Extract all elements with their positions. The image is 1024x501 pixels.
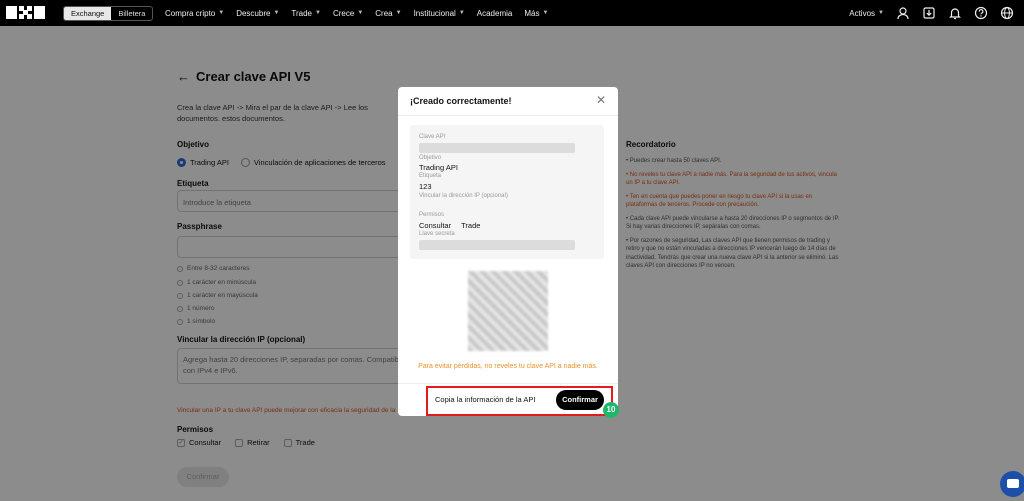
help-icon[interactable] — [974, 6, 988, 20]
nav-item-mas[interactable]: Más ▼ — [524, 9, 548, 18]
mode-switch: Exchange Billetera — [63, 6, 154, 21]
divider — [398, 115, 618, 116]
clave-label: Clave API — [419, 134, 446, 140]
ip-label: Vincular la dirección IP (opcional) — [419, 193, 508, 199]
nav-item-institucional[interactable]: Institucional ▼ — [414, 9, 465, 18]
close-icon[interactable]: ✕ — [596, 93, 606, 107]
activos-menu[interactable]: Activos ▼ — [849, 9, 884, 18]
globe-icon[interactable] — [1000, 6, 1014, 20]
highlight-box — [426, 386, 613, 416]
permisos-values: Consultar Trade — [419, 221, 480, 230]
perm-value: Consultar — [419, 221, 452, 230]
chevron-down-icon: ▼ — [315, 10, 321, 16]
api-info-panel: Clave API Objetivo Trading API Etiqueta … — [410, 125, 604, 259]
top-right-actions: Activos ▼ — [849, 0, 1014, 26]
perm-value: Trade — [461, 221, 481, 230]
divider — [398, 383, 618, 384]
chevron-down-icon: ▼ — [357, 10, 364, 16]
nav-item-trade[interactable]: Trade ▼ — [291, 9, 321, 18]
download-icon[interactable] — [922, 6, 936, 20]
security-warning: Para evitar pérdidas, no reveles tu clav… — [418, 363, 598, 370]
permisos-label: Permisos — [419, 212, 445, 218]
main-nav: Compra cripto ▼ Descubre ▼ Trade ▼ Crece ▼ C… — [165, 0, 548, 26]
success-modal: ¡Creado correctamente! ✕ Clave API Objet… — [398, 87, 618, 416]
chevron-down-icon: ▼ — [395, 10, 402, 16]
qr-code — [468, 271, 548, 351]
modal-title: ¡Creado correctamente! — [410, 96, 512, 106]
tab-wallet[interactable]: Billetera — [111, 7, 152, 20]
api-key-redacted — [419, 143, 575, 153]
chat-icon[interactable] — [1000, 471, 1024, 497]
chevron-down-icon: ▼ — [273, 10, 280, 16]
secret-key-redacted — [419, 240, 575, 250]
chevron-down-icon: ▼ — [542, 10, 549, 16]
okx-logo[interactable] — [6, 6, 45, 19]
secret-label: Llave secreta — [419, 231, 455, 237]
nav-item-crea[interactable]: Crea ▼ — [375, 9, 401, 18]
nav-item-academia[interactable]: Academia — [477, 9, 513, 18]
top-nav: Exchange Billetera Compra cripto ▼ Descub… — [0, 0, 1024, 26]
nav-item-descubre[interactable]: Descubre ▼ — [236, 9, 279, 18]
bell-icon[interactable] — [948, 6, 962, 20]
chevron-down-icon: ▼ — [458, 10, 465, 16]
user-icon[interactable] — [896, 6, 910, 20]
etiqueta-label: Etiqueta — [419, 173, 442, 179]
nav-item-compra[interactable]: Compra cripto ▼ — [165, 9, 224, 18]
etiqueta-value: 123 — [419, 182, 432, 191]
objetivo-value: Trading API — [419, 163, 458, 172]
chevron-down-icon: ▼ — [878, 10, 884, 16]
nav-item-crece[interactable]: Crece ▼ — [333, 9, 363, 18]
step-badge: 10 — [603, 402, 619, 418]
chevron-down-icon: ▼ — [218, 10, 225, 16]
tab-exchange[interactable]: Exchange — [64, 7, 112, 20]
objetivo-label: Objetivo — [419, 155, 442, 161]
